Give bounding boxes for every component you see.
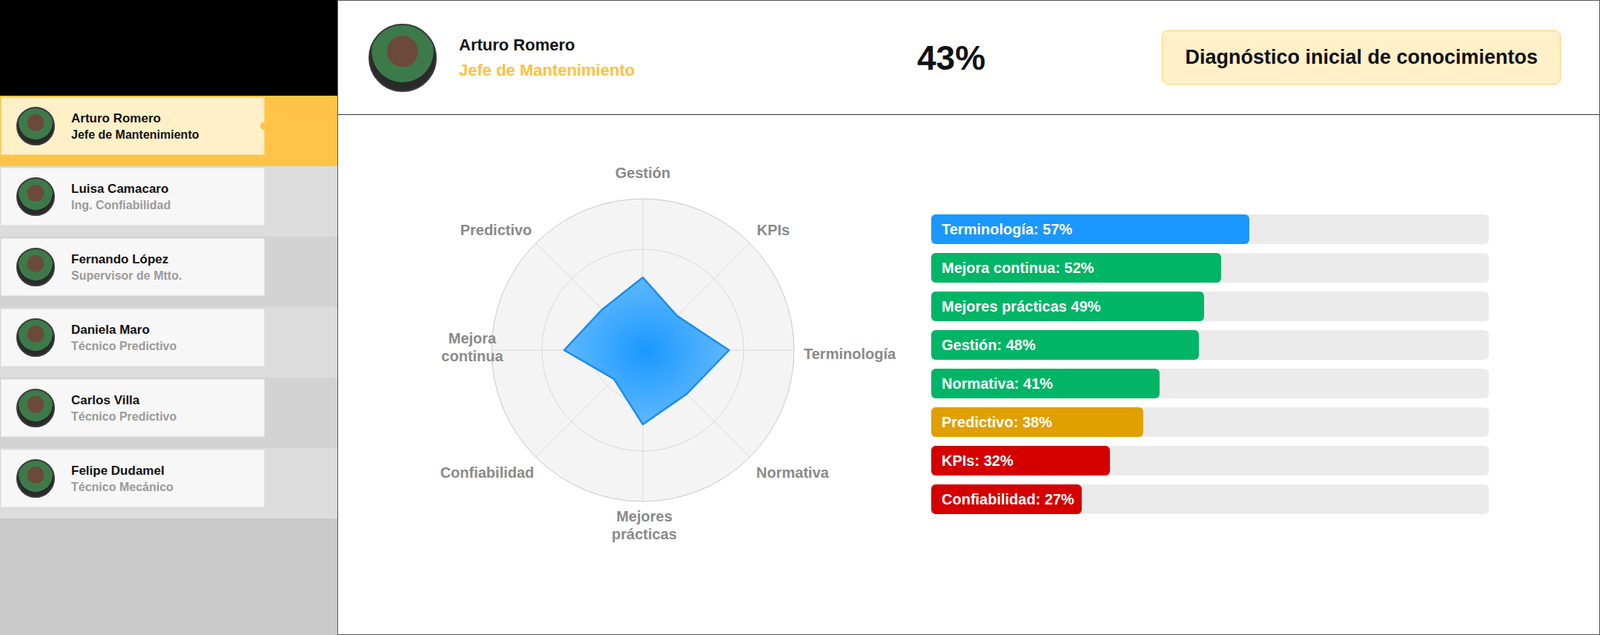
diagnostic-badge: Diagnóstico inicial de conocimientos [1161, 30, 1561, 85]
person-role: Jefe de Mantenimiento [71, 128, 199, 142]
radar-label: KPIs [756, 221, 790, 238]
person-role: Supervisor de Mtto. [71, 269, 182, 283]
radar-label: Mejoresprácticas [611, 507, 677, 542]
sidebar-item-text: Arturo RomeroJefe de Mantenimiento [71, 111, 199, 142]
bar-fill: Normativa: 41% [931, 368, 1160, 399]
avatar-photo [16, 458, 55, 498]
selected-dot [260, 122, 268, 130]
avatar-photo [16, 106, 55, 146]
person-role: Técnico Predictivo [71, 410, 177, 424]
sidebar-item[interactable]: Luisa CamacaroIng. Confiabilidad [0, 167, 265, 226]
avatar-photo [16, 247, 55, 287]
score: 43% [917, 37, 1162, 78]
sidebar-item-text: Fernando López Supervisor de Mtto. [71, 252, 182, 283]
profile-role: Jefe de Mantenimiento [458, 60, 635, 81]
avatar-photo [16, 177, 55, 216]
bar-track: Gestión: 48% [931, 329, 1489, 360]
person-role: Técnico Mecánico [71, 480, 174, 494]
sidebar-top [0, 0, 338, 96]
person-name: Daniela Maro [71, 322, 177, 338]
sidebar-band: Fernando López Supervisor de Mtto. [0, 236, 338, 307]
avatar-photo [16, 318, 55, 357]
bar-track: KPIs: 32% [931, 445, 1489, 476]
bar-track: Predictivo: 38% [931, 407, 1489, 437]
results-body: Gestión KPIs Terminología Normativa Mejoresp… [338, 114, 1600, 634]
bar-fill: Gestión: 48% [931, 329, 1199, 360]
profile-text: Arturo Romero Jefe de Mantenimiento [458, 35, 635, 81]
profile-photo [368, 23, 437, 92]
bar-fill: Mejora continua: 52% [931, 252, 1222, 283]
bar-fill: Mejores prácticas 49% [931, 291, 1205, 322]
sidebar-band: Luisa CamacaroIng. Confiabilidad [0, 166, 338, 237]
radar-label: Predictivo [460, 221, 533, 238]
person-name: Fernando López [71, 252, 182, 267]
person-role: Ing. Confiabilidad [71, 198, 171, 213]
bar-fill: Predictivo: 38% [931, 407, 1144, 437]
bar-track: Mejora continua: 52% [931, 252, 1489, 283]
person-name: Felipe Dudamel [71, 463, 174, 479]
sidebar-band: Arturo RomeroJefe de Mantenimiento [0, 95, 338, 167]
radar-series [564, 277, 729, 425]
radar-label: Normativa [756, 464, 830, 481]
bar-fill: Terminología: 57% [931, 214, 1250, 244]
bar-track: Terminología: 57% [931, 214, 1489, 244]
sidebar-item[interactable]: Daniela MaroTécnico Predictivo [0, 308, 265, 367]
sidebar-item[interactable]: Fernando López Supervisor de Mtto. [0, 237, 265, 296]
person-name: Luisa Camacaro [71, 181, 171, 197]
bar-fill: KPIs: 32% [931, 445, 1110, 476]
sidebar: Arturo RomeroJefe de Mantenimiento Luisa … [0, 0, 338, 635]
bar-track: Normativa: 41% [931, 368, 1489, 399]
sidebar-band: Daniela MaroTécnico Predictivo [0, 306, 338, 378]
bar-track: Mejores prácticas 49% [931, 291, 1489, 322]
bar-list: Terminología: 57% Mejora continua: 52% Mej… [931, 214, 1489, 514]
sidebar-item-text: Felipe DudamelTécnico Mecánico [71, 463, 174, 494]
person-name: Arturo Romero [71, 111, 199, 127]
sidebar-band: Carlos Villa Técnico Predictivo [0, 377, 338, 448]
radar-ring [491, 198, 795, 502]
profile-name: Arturo Romero [458, 35, 635, 55]
bar-fill: Confiabilidad: 27% [931, 484, 1082, 514]
avatar-photo [16, 388, 55, 428]
sidebar-item[interactable]: Carlos Villa Técnico Predictivo [0, 378, 265, 437]
profile-person: Arturo Romero Jefe de Mantenimiento [368, 23, 918, 92]
sidebar-item[interactable]: Felipe DudamelTécnico Mecánico [0, 449, 265, 508]
person-name: Carlos Villa [71, 392, 177, 408]
radar-chart: Gestión KPIs Terminología Normativa Mejoresp… [383, 142, 903, 573]
main-panel: Arturo Romero Jefe de Mantenimiento 43%Dia… [337, 0, 1600, 635]
person-role: Técnico Predictivo [71, 339, 177, 353]
page: Arturo RomeroJefe de MantenimientoLuisa … [0, 0, 1600, 635]
sidebar-item-text: Daniela MaroTécnico Predictivo [71, 322, 177, 353]
radar-label: Gestión [615, 164, 671, 181]
radar-label: Mejoracontinua [441, 329, 504, 365]
profile-header: Arturo Romero Jefe de Mantenimiento 43%Dia… [338, 0, 1600, 115]
bar-track: Confiabilidad: 27% [931, 484, 1489, 514]
sidebar-band: Felipe DudamelTécnico Mecánico [0, 447, 338, 519]
sidebar-item-text: Carlos Villa Técnico Predictivo [71, 392, 177, 424]
sidebar-item[interactable]: Arturo RomeroJefe de Mantenimiento [0, 97, 265, 155]
sidebar-item-text: Luisa CamacaroIng. Confiabilidad [71, 181, 171, 213]
radar-label: Terminología [803, 345, 897, 362]
radar-label: Confiabilidad [440, 464, 535, 481]
